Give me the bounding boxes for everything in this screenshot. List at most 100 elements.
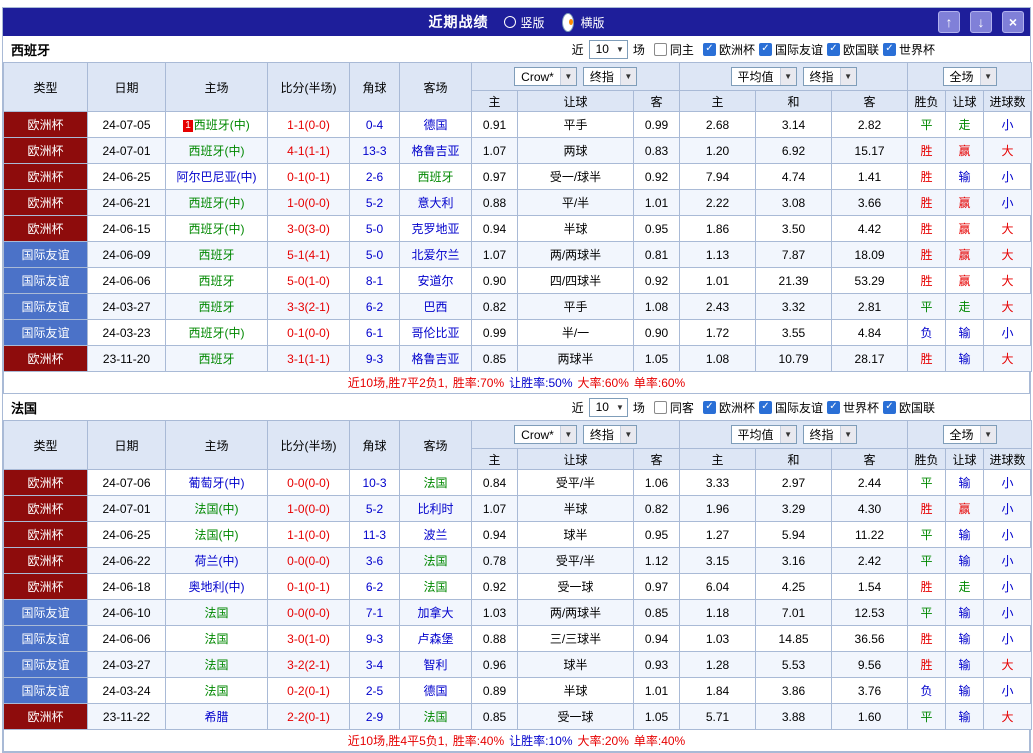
corner-cell: 3-4: [349, 651, 400, 678]
competition-filter[interactable]: ✓ 欧洲杯: [702, 399, 755, 416]
scroll-up-button[interactable]: ↑: [938, 11, 960, 33]
handicap-result-cell: 输: [945, 469, 985, 496]
col-date: 日期: [87, 62, 166, 112]
competition-filter[interactable]: ✓ 欧国联: [826, 41, 879, 58]
home-team-cell[interactable]: 法国(中): [165, 495, 268, 522]
away-team-cell[interactable]: 格鲁吉亚: [399, 137, 472, 164]
checkbox-checked-icon[interactable]: ✓: [758, 42, 772, 56]
away-team-cell[interactable]: 法国: [399, 703, 472, 730]
home-team-cell[interactable]: 希腊: [165, 703, 268, 730]
date-cell: 24-03-24: [87, 677, 166, 704]
euro-time-select[interactable]: 终指 ▼: [802, 67, 857, 86]
away-team-cell[interactable]: 法国: [399, 547, 472, 574]
radio-icon[interactable]: [504, 16, 517, 28]
euro-time-select[interactable]: 终指 ▼: [802, 425, 857, 444]
handicap-home-odds: 0.99: [471, 319, 518, 346]
away-team-cell[interactable]: 波兰: [399, 521, 472, 548]
checkbox-checked-icon[interactable]: ✓: [826, 400, 840, 414]
match-row: 欧洲杯 24-06-25 法国(中) 1-1(0-0) 11-3 波兰 0.94 球半 0.95…: [3, 521, 1033, 548]
match-row: 欧洲杯 24-06-21 西班牙(中) 1-0(0-0) 5-2 意大利 0.88 平/半 1.…: [3, 189, 1033, 216]
checkbox-checked-icon[interactable]: ✓: [882, 400, 896, 414]
home-team-cell[interactable]: 法国: [165, 651, 268, 678]
euro-source-select[interactable]: 平均值 ▼: [730, 425, 797, 444]
away-team-cell[interactable]: 卢森堡: [399, 625, 472, 652]
home-team-cell[interactable]: 法国: [165, 599, 268, 626]
handicap-line: 平手: [517, 111, 634, 138]
home-team-cell[interactable]: 阿尔巴尼亚(中): [165, 163, 268, 190]
same-venue-filter[interactable]: 同主: [653, 41, 694, 58]
date-cell: 23-11-22: [87, 703, 166, 730]
competition-filter[interactable]: ✓ 国际友谊: [758, 41, 823, 58]
away-team-cell[interactable]: 法国: [399, 573, 472, 600]
close-button[interactable]: ×: [1002, 11, 1024, 33]
checkbox-unchecked-icon[interactable]: [653, 400, 667, 414]
radio-horizontal-layout[interactable]: 横版: [559, 12, 605, 32]
handicap-line: 球半: [517, 521, 634, 548]
euro-away-odds: 2.44: [831, 469, 909, 496]
match-count-select[interactable]: 10 ▼: [588, 39, 628, 59]
bookmaker-select[interactable]: Crow* ▼: [514, 425, 577, 444]
competition-cell: 欧洲杯: [3, 469, 88, 496]
home-team-cell[interactable]: 1 西班牙(中): [165, 111, 268, 138]
away-team-cell[interactable]: 智利: [399, 651, 472, 678]
match-count-select[interactable]: 10 ▼: [588, 397, 628, 417]
home-team-cell[interactable]: 荷兰(中): [165, 547, 268, 574]
competition-filter[interactable]: ✓ 欧国联: [882, 399, 935, 416]
euro-home-odds: 1.03: [679, 625, 757, 652]
home-team-cell[interactable]: 葡萄牙(中): [165, 469, 268, 496]
home-team-cell[interactable]: 法国: [165, 625, 268, 652]
away-team-cell[interactable]: 比利时: [399, 495, 472, 522]
home-team-cell[interactable]: 西班牙: [165, 293, 268, 320]
away-team-cell[interactable]: 克罗地亚: [399, 215, 472, 242]
handicap-away-odds: 0.81: [632, 241, 681, 268]
away-team-cell[interactable]: 北爱尔兰: [399, 241, 472, 268]
home-team-cell[interactable]: 西班牙: [165, 241, 268, 268]
away-team-cell[interactable]: 巴西: [399, 293, 472, 320]
handicap-time-select[interactable]: 终指 ▼: [582, 67, 637, 86]
scroll-down-button[interactable]: ↓: [970, 11, 992, 33]
competition-cell: 国际友谊: [3, 319, 88, 346]
checkbox-checked-icon[interactable]: ✓: [702, 400, 716, 414]
home-team-cell[interactable]: 西班牙(中): [165, 319, 268, 346]
away-team-cell[interactable]: 西班牙: [399, 163, 472, 190]
competition-filter[interactable]: ✓ 世界杯: [826, 399, 879, 416]
away-team-cell[interactable]: 法国: [399, 469, 472, 496]
away-team-cell[interactable]: 德国: [399, 677, 472, 704]
bookmaker-select[interactable]: Crow* ▼: [514, 67, 577, 86]
col-type: 类型: [3, 420, 88, 470]
home-team-cell[interactable]: 西班牙: [165, 267, 268, 294]
home-team-cell[interactable]: 西班牙(中): [165, 215, 268, 242]
col-result: 胜负: [907, 448, 947, 470]
checkbox-checked-icon[interactable]: ✓: [882, 42, 896, 56]
checkbox-unchecked-icon[interactable]: [653, 42, 667, 56]
home-team-cell[interactable]: 法国: [165, 677, 268, 704]
handicap-home-odds: 0.97: [471, 163, 518, 190]
euro-source-select[interactable]: 平均值 ▼: [730, 67, 797, 86]
scope-select[interactable]: 全场 ▼: [942, 425, 997, 444]
home-team-cell[interactable]: 法国(中): [165, 521, 268, 548]
away-team-cell[interactable]: 加拿大: [399, 599, 472, 626]
home-team-cell[interactable]: 西班牙: [165, 345, 268, 372]
home-team-cell[interactable]: 西班牙(中): [165, 189, 268, 216]
home-team-cell[interactable]: 西班牙(中): [165, 137, 268, 164]
checkbox-checked-icon[interactable]: ✓: [826, 42, 840, 56]
handicap-away-odds: 0.90: [632, 319, 681, 346]
competition-filter[interactable]: ✓ 欧洲杯: [702, 41, 755, 58]
competition-filter[interactable]: ✓ 国际友谊: [758, 399, 823, 416]
home-team-cell[interactable]: 奥地利(中): [165, 573, 268, 600]
same-venue-filter[interactable]: 同客: [653, 399, 694, 416]
competition-cell: 欧洲杯: [3, 163, 88, 190]
checkbox-checked-icon[interactable]: ✓: [758, 400, 772, 414]
away-team-cell[interactable]: 格鲁吉亚: [399, 345, 472, 372]
away-team-cell[interactable]: 德国: [399, 111, 472, 138]
away-team-cell[interactable]: 意大利: [399, 189, 472, 216]
checkbox-checked-icon[interactable]: ✓: [702, 42, 716, 56]
handicap-time-select[interactable]: 终指 ▼: [582, 425, 637, 444]
radio-vertical-layout[interactable]: 竖版: [504, 14, 545, 31]
scope-select[interactable]: 全场 ▼: [942, 67, 997, 86]
away-team-cell[interactable]: 哥伦比亚: [399, 319, 472, 346]
radio-icon[interactable]: [561, 12, 574, 32]
competition-filter[interactable]: ✓ 世界杯: [882, 41, 935, 58]
away-team-cell[interactable]: 安道尔: [399, 267, 472, 294]
handicap-away-odds: 0.92: [632, 163, 681, 190]
